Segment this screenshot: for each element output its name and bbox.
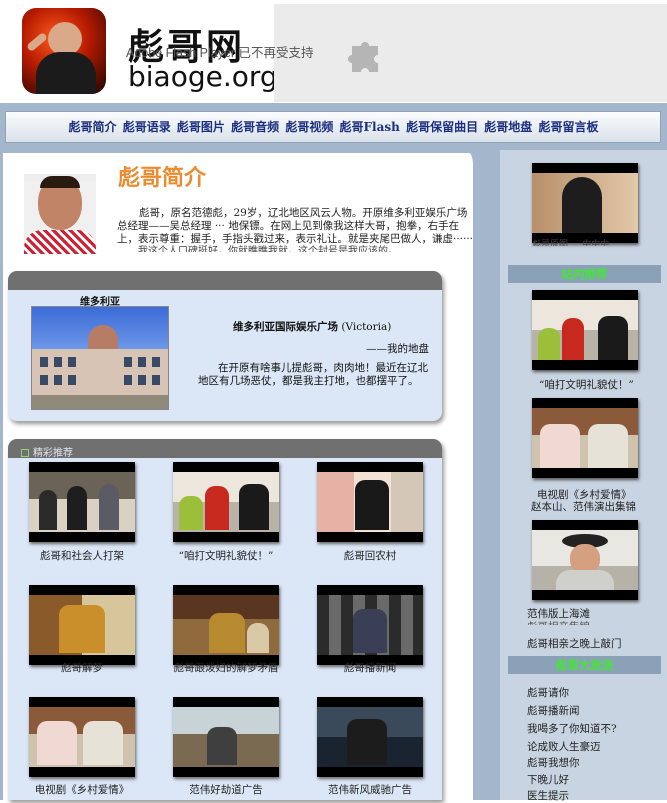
sidebar-section-featured: 站内推荐 <box>508 265 661 283</box>
video-thumb[interactable] <box>317 585 423 665</box>
site-logo[interactable] <box>22 8 106 94</box>
nav-flash[interactable]: 彪哥Flash <box>340 120 400 134</box>
sidebar-link[interactable]: 论成败人生豪迈 <box>527 739 601 754</box>
puzzle-plugin-icon <box>348 42 378 72</box>
sidebar-caption-cut: 彪哥相亲集锦 <box>527 619 590 625</box>
sidebar-thumb[interactable] <box>532 520 638 600</box>
video-caption[interactable]: 范伟新风威驰广告 <box>300 782 440 797</box>
nav-territory[interactable]: 彪哥地盘 <box>484 120 532 134</box>
victoria-title: 维多利亚国际娱乐广场 (Victoria) <box>233 321 392 333</box>
intro-text-cut: 我这个人口碑挺好，你就瞧瞧我就，这个封号是我应该的。 <box>138 246 398 252</box>
sidebar-thumb[interactable] <box>532 398 638 478</box>
video-thumb[interactable] <box>173 462 279 542</box>
video-thumb[interactable] <box>29 697 135 777</box>
video-thumb[interactable] <box>29 462 135 542</box>
flash-notice: Adobe Flash Player 已不再受支持 <box>126 46 314 60</box>
nav-photos[interactable]: 彪哥图片 <box>177 120 225 134</box>
intro-portrait <box>24 174 96 254</box>
sidebar-link[interactable]: 彪哥请你 <box>527 685 569 700</box>
victoria-text: 在开原有啥事儿提彪哥，肉肉地！最近在辽北地区有几场恶仗，都是我主打地，也都摆平了… <box>198 362 428 387</box>
sidebar-link[interactable]: 彪哥播新闻 <box>527 703 580 718</box>
victoria-building-photo <box>31 306 169 410</box>
video-caption[interactable]: 电视剧《乡村爱情》 <box>12 782 152 797</box>
sidebar-caption[interactable]: 彪哥相亲之晚上敲门 <box>527 636 622 651</box>
video-thumb[interactable] <box>173 585 279 665</box>
victoria-signature: ——我的地盘 <box>366 343 429 355</box>
sidebar-thumb[interactable] <box>532 290 638 370</box>
video-thumb[interactable] <box>173 697 279 777</box>
sidebar-caption[interactable]: “咱打文明礼貌仗！” <box>539 377 634 392</box>
sidebar-link[interactable]: 彪哥我想你 <box>527 755 580 770</box>
nav-quotes[interactable]: 彪哥语录 <box>123 120 171 134</box>
intro-title: 彪哥简介 <box>118 165 207 191</box>
logo-head <box>48 22 82 56</box>
logo-arm <box>26 31 48 53</box>
sidebar-top-caption: 彪哥原图 ... 中中中 <box>532 240 610 246</box>
video-caption[interactable]: 彪哥播新闻 <box>300 660 440 675</box>
logo-body <box>36 52 96 94</box>
sidebar-link[interactable]: 我喝多了你知道不? <box>527 721 617 736</box>
video-caption[interactable]: 范伟好劫道广告 <box>156 782 296 797</box>
video-thumb[interactable] <box>317 697 423 777</box>
sidebar-thumb[interactable] <box>532 163 638 243</box>
site-domain: biaoge.org <box>128 60 278 93</box>
main-nav: 彪哥简介 彪哥语录 彪哥图片 彪哥音频 彪哥视频 彪哥Flash 彪哥保留曲目 … <box>0 118 667 135</box>
video-caption[interactable]: 彪哥和社会人打架 <box>12 548 152 563</box>
sidebar-link[interactable]: 下晚儿好 <box>527 772 569 787</box>
sidebar-link[interactable]: 医生提示 <box>527 788 569 803</box>
intro-text: 彪哥，原名范德彪，29岁，辽北地区风云人物。开原维多利亚娱乐广场总经理——吴总经… <box>117 207 474 245</box>
sidebar-caption[interactable]: 赵本山、范伟演出集锦 <box>531 499 636 514</box>
video-caption[interactable]: 彪哥跟泼妇的解梦矛盾 <box>156 660 296 675</box>
nav-guestbook[interactable]: 彪哥留言板 <box>538 120 598 134</box>
sidebar-section-specials: 彪哥大放送 <box>508 656 661 674</box>
victoria-panel-header <box>8 271 442 290</box>
video-caption[interactable]: 彪哥解梦 <box>12 660 152 675</box>
video-caption[interactable]: 彪哥回农村 <box>300 548 440 563</box>
flash-placeholder[interactable] <box>274 4 667 102</box>
nav-audio[interactable]: 彪哥音频 <box>231 120 279 134</box>
video-thumb[interactable] <box>29 585 135 665</box>
nav-video[interactable]: 彪哥视频 <box>285 120 333 134</box>
nav-songs[interactable]: 彪哥保留曲目 <box>406 120 478 134</box>
video-thumb[interactable] <box>317 462 423 542</box>
recommend-title: 精彩推荐 <box>21 444 73 459</box>
nav-intro[interactable]: 彪哥简介 <box>69 120 117 134</box>
video-caption[interactable]: “咱打文明礼貌仗！” <box>156 548 296 563</box>
recommend-panel-header <box>8 439 442 458</box>
bullet-icon <box>21 449 29 457</box>
